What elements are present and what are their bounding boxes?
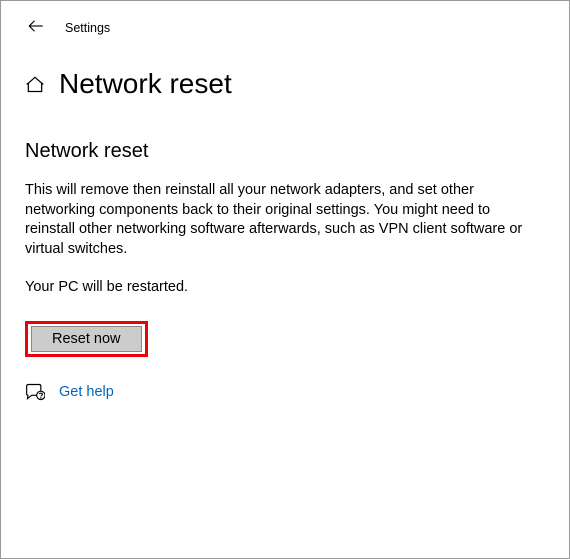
home-icon[interactable] [25, 74, 45, 94]
get-help-link[interactable]: Get help [59, 384, 114, 400]
page-header: Network reset [1, 46, 569, 106]
get-help-row: Get help [25, 381, 541, 401]
back-arrow-icon[interactable] [27, 17, 45, 38]
restart-note: Your PC will be restarted. [25, 279, 541, 295]
app-title: Settings [65, 21, 110, 35]
description-text: This will remove then reinstall all your… [25, 181, 525, 259]
content-area: Network reset This will remove then rein… [1, 106, 569, 401]
title-bar: Settings [1, 1, 569, 46]
page-title: Network reset [59, 68, 232, 100]
section-title: Network reset [25, 140, 541, 163]
reset-button-highlight: Reset now [25, 321, 148, 357]
reset-now-button[interactable]: Reset now [31, 326, 142, 352]
get-help-icon[interactable] [25, 383, 45, 401]
